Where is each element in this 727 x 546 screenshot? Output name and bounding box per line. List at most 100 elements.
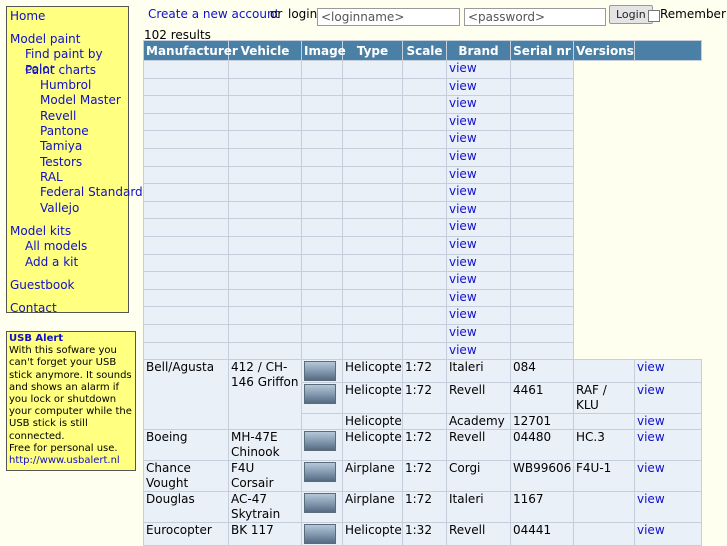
cell-link (634, 60, 702, 79)
nav-add-a-kit[interactable]: Add a kit (25, 255, 78, 270)
nav-brand-vallejo[interactable]: Vallejo (40, 201, 79, 216)
login-button[interactable]: Login (609, 5, 653, 24)
cell-type (342, 147, 403, 167)
view-link[interactable]: view (449, 290, 477, 304)
cell-vehicle (228, 112, 302, 132)
view-link[interactable]: view (449, 220, 477, 234)
view-link[interactable]: view (637, 415, 665, 429)
nav-brand-model-master[interactable]: Model Master (40, 93, 121, 108)
cell-scale (402, 183, 447, 202)
model-thumbnail[interactable] (304, 431, 336, 452)
view-link[interactable]: view (449, 202, 477, 216)
view-link[interactable]: view (637, 493, 665, 507)
cell-versions (573, 491, 635, 524)
view-link[interactable]: view (449, 61, 477, 75)
cell-link: view (634, 429, 702, 462)
view-link[interactable]: view (449, 114, 477, 128)
cell-image (301, 491, 343, 524)
usb-alert-link[interactable]: http://www.usbalert.nl (9, 455, 120, 466)
model-thumbnail[interactable] (304, 462, 336, 483)
col-type[interactable]: Type (342, 40, 403, 61)
cell-link (634, 183, 702, 202)
cell-image (301, 95, 343, 114)
cell-manufacturer (143, 271, 229, 290)
nav-brand-ral[interactable]: RAL (40, 170, 63, 185)
cell-versions (573, 78, 635, 96)
view-link[interactable]: view (449, 255, 477, 269)
col-vehicle[interactable]: Vehicle (228, 40, 302, 61)
nav-model-paint[interactable]: Model paint (10, 32, 80, 47)
view-link[interactable]: view (637, 524, 665, 538)
cell-manufacturer (143, 341, 229, 361)
model-thumbnail[interactable] (304, 384, 336, 405)
cell-versions (573, 148, 635, 167)
nav-brand-testors[interactable]: Testors (40, 155, 82, 170)
table-row: view (143, 271, 702, 290)
nav-guestbook[interactable]: Guestbook (10, 278, 75, 293)
cell-type (342, 200, 403, 220)
password-input[interactable] (464, 8, 606, 26)
col-brand[interactable]: Brand (446, 40, 511, 61)
cell-image (301, 183, 343, 202)
model-thumbnail[interactable] (304, 361, 336, 382)
cell-scale (402, 323, 447, 343)
cell-scale (402, 147, 447, 167)
view-link[interactable]: view (637, 361, 665, 375)
cell-type (342, 306, 403, 325)
col-scale[interactable]: Scale (402, 40, 447, 61)
table-row: view (143, 323, 702, 343)
cell-brand: view (446, 271, 511, 290)
cell-link (634, 95, 702, 114)
col-versions[interactable]: Versions (573, 40, 635, 61)
nav-paint-charts[interactable]: Paint charts (25, 63, 96, 78)
nav-brand-federal-standard[interactable]: Federal Standard (40, 185, 143, 200)
cell-manufacturer (143, 200, 229, 220)
model-thumbnail[interactable] (304, 524, 336, 545)
cell-manufacturer (143, 165, 229, 185)
cell-image (301, 288, 343, 308)
cell-scale (402, 77, 447, 97)
cell-type: Airplane (342, 491, 403, 524)
view-link[interactable]: view (449, 97, 477, 111)
view-link[interactable]: view (449, 185, 477, 199)
nav-brand-pantone[interactable]: Pantone (40, 124, 89, 139)
cell-vehicle (228, 323, 302, 343)
cell-manufacturer (143, 253, 229, 273)
create-account-link[interactable]: Create a new account (148, 7, 279, 21)
cell-link: view (634, 491, 702, 524)
nav-model-kits[interactable]: Model kits (10, 224, 71, 239)
cell-versions: HC.3 (573, 429, 635, 462)
model-thumbnail[interactable] (304, 493, 336, 514)
cell-link: view (634, 359, 702, 384)
cell-brand: view (446, 341, 511, 361)
view-link[interactable]: view (449, 325, 477, 339)
nav-contact[interactable]: Contact (10, 301, 57, 316)
nav-home[interactable]: Home (10, 9, 45, 24)
col-serial[interactable]: Serial nr (510, 40, 574, 61)
nav-brand-humbrol[interactable]: Humbrol (40, 78, 91, 93)
view-link[interactable]: view (637, 384, 665, 398)
view-link[interactable]: view (449, 167, 477, 181)
nav-brand-revell[interactable]: Revell (40, 109, 76, 124)
view-link[interactable]: view (449, 132, 477, 146)
view-link[interactable]: view (637, 431, 665, 445)
remember-checkbox[interactable] (648, 10, 660, 22)
view-link[interactable]: view (449, 237, 477, 251)
view-link[interactable]: view (449, 308, 477, 322)
table-row: Bell/Agusta 412 / CH-146 Griffon Helicopte… (143, 359, 702, 431)
col-manufacturer[interactable]: Manufacturer (143, 40, 238, 61)
view-link[interactable]: view (449, 273, 477, 287)
view-link[interactable]: view (449, 79, 477, 93)
nav-all-models[interactable]: All models (25, 239, 87, 254)
or-text: or (270, 7, 283, 21)
view-link[interactable]: view (449, 149, 477, 163)
cell-link: view (634, 413, 702, 431)
cell-image (301, 429, 343, 462)
username-input[interactable] (317, 8, 460, 26)
cell-scale (402, 95, 447, 114)
nav-brand-tamiya[interactable]: Tamiya (40, 139, 82, 154)
cell-serial: 1167 (510, 491, 574, 524)
cell-brand: Corgi (446, 460, 511, 493)
view-link[interactable]: view (449, 343, 477, 357)
view-link[interactable]: view (637, 462, 665, 476)
